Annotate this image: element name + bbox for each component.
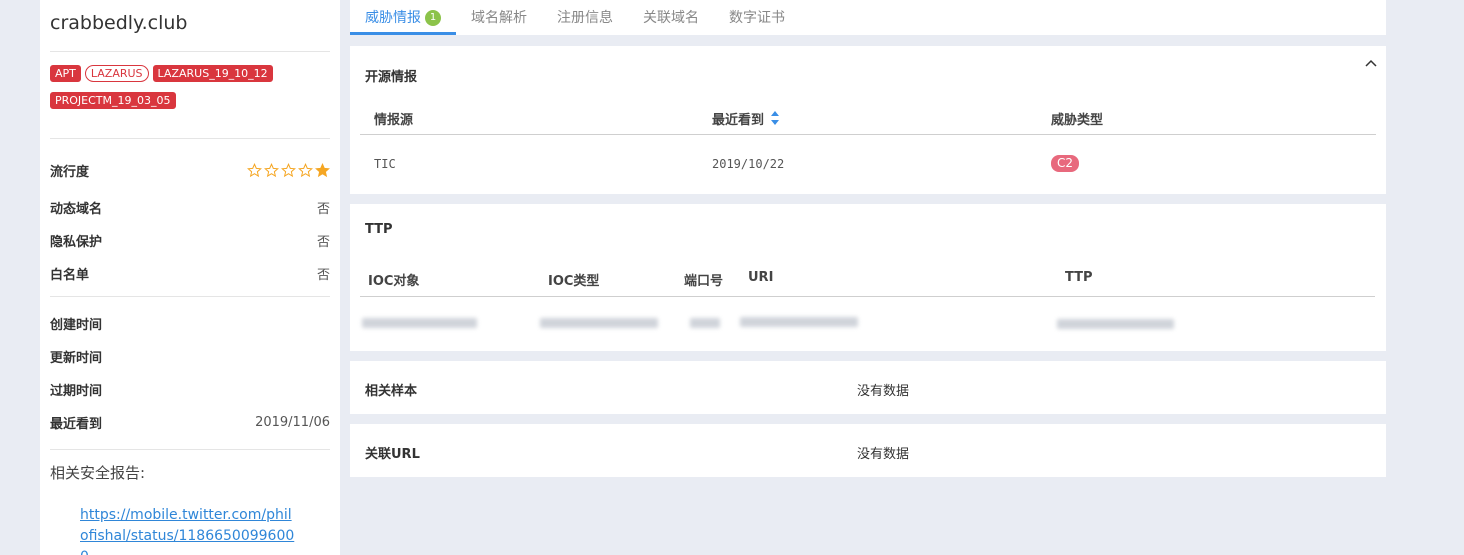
tag-apt[interactable]: APT xyxy=(50,65,81,82)
domain-title: crabbedly.club xyxy=(50,0,330,52)
header-last-seen-label: 最近看到 xyxy=(712,112,765,128)
threat-type-tag[interactable]: C2 xyxy=(1051,155,1080,172)
open-source-title: 开源情报 xyxy=(365,70,418,85)
privacy-value: 否 xyxy=(316,235,330,250)
domain-dates: 创建时间 更新时间 过期时间 最近看到 2019/11/06 xyxy=(50,297,330,450)
domain-attributes: 流行度 动态域名 否 隐私保护 否 白名单 否 xyxy=(50,139,330,297)
last-seen-row: 最近看到 2019/11/06 xyxy=(50,406,330,439)
report-link[interactable]: https://mobile.twitter.com/philofishal/s… xyxy=(80,505,300,555)
header-source: 情报源 xyxy=(374,112,414,128)
tab-dns-resolution[interactable]: 域名解析 xyxy=(456,0,542,35)
updated-label: 更新时间 xyxy=(50,351,103,366)
header-ioc-object: IOC对象 xyxy=(368,274,420,289)
blurred-value xyxy=(540,318,658,328)
popularity-label: 流行度 xyxy=(50,164,90,180)
header-ttp: TTP xyxy=(1065,270,1093,285)
privacy-label: 隐私保护 xyxy=(50,235,103,250)
last-seen-label: 最近看到 xyxy=(50,417,103,432)
no-data-text: 没有数据 xyxy=(857,447,910,462)
header-ioc-type: IOC类型 xyxy=(548,274,600,289)
tab-related-domains[interactable]: 关联域名 xyxy=(628,0,714,35)
table-header: 情报源 最近看到 威胁类型 xyxy=(360,102,1376,135)
dynamic-domain-row: 动态域名 否 xyxy=(50,191,330,224)
privacy-row: 隐私保护 否 xyxy=(50,224,330,257)
star-empty-icon xyxy=(298,162,313,177)
blurred-value xyxy=(740,317,858,327)
related-samples-title: 相关样本 xyxy=(365,384,418,399)
ttp-table-header: IOC对象 IOC类型 端口号 URI TTP xyxy=(360,263,1375,297)
star-empty-icon xyxy=(264,162,279,177)
expire-label: 过期时间 xyxy=(50,384,103,399)
dynamic-domain-value: 否 xyxy=(316,202,330,217)
tab-threat-intel-label: 威胁情报 xyxy=(365,9,421,26)
whitelist-value: 否 xyxy=(316,268,330,283)
table-row: TIC 2019/10/22 C2 xyxy=(360,135,1376,193)
tab-registration[interactable]: 注册信息 xyxy=(542,0,628,35)
tag-projectm-19-03-05[interactable]: PROJECTM_19_03_05 xyxy=(50,92,176,109)
sidebar: crabbedly.club APT LAZARUS LAZARUS_19_10_1… xyxy=(40,0,340,555)
no-data-text: 没有数据 xyxy=(857,384,910,399)
popularity-stars xyxy=(247,162,330,178)
header-port: 端口号 xyxy=(684,274,724,289)
cell-threat-type: C2 xyxy=(1037,155,1376,172)
report-title: 相关安全报告: xyxy=(50,464,146,482)
tab-bar: 威胁情报 1 域名解析 注册信息 关联域名 数字证书 xyxy=(350,0,1386,35)
blurred-value xyxy=(690,318,720,328)
ttp-card: TTP IOC对象 IOC类型 端口号 URI TTP xyxy=(350,204,1386,351)
tab-threat-intel[interactable]: 威胁情报 1 xyxy=(350,0,456,35)
created-row: 创建时间 xyxy=(50,307,330,340)
sort-icon[interactable] xyxy=(770,109,780,127)
ttp-blurred-row xyxy=(360,300,1375,340)
whitelist-row: 白名单 否 xyxy=(50,257,330,290)
star-filled-icon xyxy=(315,162,330,177)
popularity-row: 流行度 xyxy=(50,156,330,184)
ttp-title: TTP xyxy=(365,222,393,237)
star-empty-icon xyxy=(281,162,296,177)
header-last-seen[interactable]: 最近看到 xyxy=(698,109,1037,128)
tag-lazarus[interactable]: LAZARUS xyxy=(84,65,149,82)
tab-certificates[interactable]: 数字证书 xyxy=(714,0,800,35)
header-threat-type: 威胁类型 xyxy=(1051,112,1104,128)
cell-last-seen: 2019/10/22 xyxy=(712,157,785,171)
expire-row: 过期时间 xyxy=(50,373,330,406)
dynamic-domain-label: 动态域名 xyxy=(50,202,103,217)
related-urls-card: 关联URL 没有数据 xyxy=(350,424,1386,477)
whitelist-label: 白名单 xyxy=(50,268,90,283)
last-seen-value: 2019/11/06 xyxy=(255,415,330,430)
updated-row: 更新时间 xyxy=(50,340,330,373)
blurred-value xyxy=(1057,319,1174,329)
tag-lazarus-19-10-12[interactable]: LAZARUS_19_10_12 xyxy=(152,65,273,82)
cell-source: TIC xyxy=(374,157,396,171)
tag-list: APT LAZARUS LAZARUS_19_10_12 PROJECTM_19_0… xyxy=(50,52,330,139)
header-uri: URI xyxy=(748,270,774,285)
related-samples-card: 相关样本 没有数据 xyxy=(350,361,1386,414)
open-source-card: 开源情报 情报源 最近看到 威胁类型 TIC 2019/10/22 C2 xyxy=(350,46,1386,194)
star-empty-icon xyxy=(247,162,262,177)
blurred-value xyxy=(362,318,477,328)
chevron-up-icon[interactable] xyxy=(1364,56,1378,70)
tab-count-badge: 1 xyxy=(425,9,441,26)
related-urls-title: 关联URL xyxy=(365,447,420,462)
created-label: 创建时间 xyxy=(50,318,103,333)
open-source-table: 情报源 最近看到 威胁类型 TIC 2019/10/22 C2 xyxy=(360,102,1376,193)
